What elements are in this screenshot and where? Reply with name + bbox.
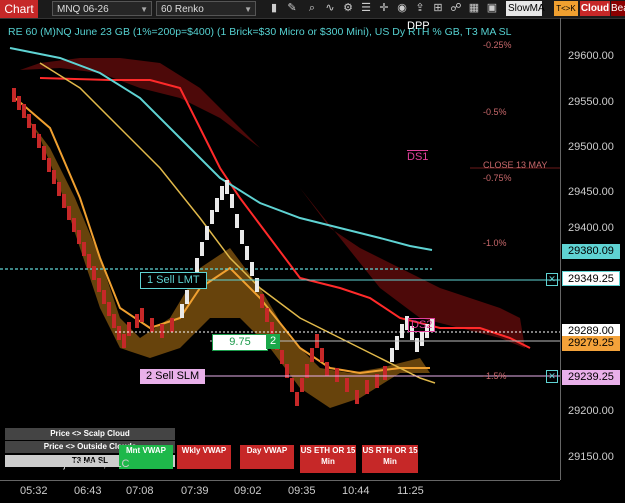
alert-icon[interactable]: ☍	[448, 1, 464, 16]
sell-slm-price-tag: 29239.25	[562, 370, 620, 385]
day-vwap-button[interactable]: Day VWAP	[240, 445, 294, 469]
position-pnl[interactable]: 9.75	[212, 334, 268, 351]
price-label: 29150.00	[568, 451, 614, 463]
strategies-icon[interactable]: ⚙	[340, 1, 356, 16]
chevron-down-icon: ▼	[140, 5, 148, 14]
close-label: CLOSE 13 MAY	[483, 160, 548, 170]
dpp-label: DPP	[407, 20, 430, 32]
sell-lmt-order[interactable]: 1 Sell LMT	[140, 272, 207, 289]
position-qty[interactable]: 2	[266, 334, 281, 349]
pct-level: -0.5%	[483, 107, 507, 117]
price-label: 29500.00	[568, 141, 614, 153]
zoom-icon[interactable]: ⌕	[304, 1, 320, 16]
chevron-down-icon: ▼	[244, 5, 252, 14]
price-label: 29400.00	[568, 222, 614, 234]
pct-level: -1.0%	[483, 238, 507, 248]
copyright-text: © 2026 NinjaTrader, LLC	[8, 458, 130, 470]
time-label: 05:32	[20, 485, 48, 497]
template-icon[interactable]: ▦	[466, 1, 482, 16]
lock-icon[interactable]: ◉	[394, 1, 410, 16]
chart-title: RE 60 (M)NQ June 23 GB (1%=200p=$400) (1…	[8, 26, 512, 38]
crosshair-icon[interactable]: ✛	[376, 1, 392, 16]
drawing-tool-icon[interactable]: ✎	[284, 1, 300, 16]
cloud-button[interactable]: Cloud	[580, 1, 610, 16]
indicators-icon[interactable]: ∿	[322, 1, 338, 16]
position-price-tag: 29279.25	[562, 336, 620, 351]
us-eth-or-button[interactable]: US ETH OR 15 Min	[300, 445, 356, 473]
time-label: 07:39	[181, 485, 209, 497]
price-label: 29200.00	[568, 405, 614, 417]
red-cloud	[20, 58, 525, 348]
bar-type-label: 60 Renko	[161, 4, 204, 15]
ds2-label: DS2	[408, 318, 436, 332]
ma-price-tag: 29380.09	[562, 244, 620, 259]
time-label: 09:02	[234, 485, 262, 497]
sell-slm-order[interactable]: 2 Sell SLM	[140, 369, 206, 384]
ds1-label: DS1	[407, 150, 429, 163]
slow-ma-button[interactable]: SlowMA	[506, 1, 545, 16]
us-rth-or-button[interactable]: US RTH OR 15 Min	[362, 445, 418, 473]
bar-type-selector[interactable]: 60 Renko ▼	[156, 1, 256, 16]
time-label: 11:25	[397, 485, 424, 497]
chart-toolbar: Chart MNQ 06-26 ▼ 60 Renko ▼ ▮ ✎ ⌕ ∿ ⚙ ☰…	[0, 0, 625, 19]
time-label: 07:08	[126, 485, 154, 497]
instrument-label: MNQ 06-26	[57, 4, 109, 15]
renko-bricks	[12, 88, 434, 406]
chart-tab[interactable]: Chart	[0, 0, 38, 18]
wkly-vwap-button[interactable]: Wkly VWAP	[177, 445, 231, 469]
cancel-sell-slm-button[interactable]: ✕	[546, 370, 558, 383]
price-label: 29450.00	[568, 186, 614, 198]
pct-level: -0.25%	[483, 40, 512, 50]
bear-button[interactable]: Bear	[611, 1, 625, 16]
order-icon[interactable]: ⊞	[430, 1, 446, 16]
bar-style-icon[interactable]: ▮	[266, 1, 282, 16]
tk-button[interactable]: T<>K	[554, 1, 578, 16]
sell-lmt-price-tag: 29349.25	[562, 271, 620, 286]
pct-level: -1.5%	[483, 371, 507, 381]
cancel-sell-lmt-button[interactable]: ✕	[546, 273, 558, 286]
time-label: 10:44	[342, 485, 370, 497]
scalp-cloud-button[interactable]: Price <> Scalp Cloud	[5, 428, 175, 440]
snapshot-icon[interactable]: ▣	[484, 1, 500, 16]
pct-level: -0.75%	[483, 173, 512, 183]
price-label: 29600.00	[568, 50, 614, 62]
time-label: 06:43	[74, 485, 102, 497]
share-icon[interactable]: ⇪	[412, 1, 428, 16]
price-label: 29550.00	[568, 96, 614, 108]
instrument-selector[interactable]: MNQ 06-26 ▼	[52, 1, 152, 16]
time-label: 09:35	[288, 485, 316, 497]
properties-icon[interactable]: ☰	[358, 1, 374, 16]
